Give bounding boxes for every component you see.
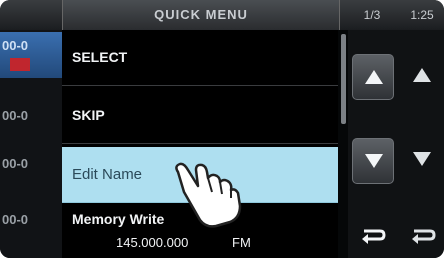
channel-row: 00-0 (0, 32, 62, 78)
channel-number: 00-0 (2, 108, 29, 123)
return-arrow-icon (412, 229, 436, 244)
menu-title: QUICK MENU (62, 0, 340, 30)
menu-item-skip[interactable]: SKIP (62, 88, 338, 144)
channel-marker (10, 58, 30, 71)
return-button[interactable] (350, 220, 394, 250)
menu-item-label: Memory Write (72, 211, 165, 227)
mode-readout: FM (232, 235, 251, 250)
return-arrow-icon (362, 229, 386, 244)
quick-menu-screen: QUICK MENU 1/3 1:25 00-0 00-0 00-0 00-0 … (0, 0, 444, 258)
scroll-down-button[interactable] (352, 138, 394, 184)
scroll-up-alt-button[interactable] (402, 54, 442, 98)
menu-item-select[interactable]: SELECT (62, 30, 338, 86)
right-control-panel (348, 30, 444, 258)
status-time: 1:25 (410, 8, 434, 22)
menu-item-label: SELECT (72, 49, 128, 65)
background-channel-list: 00-0 00-0 00-0 00-0 (0, 30, 62, 258)
channel-number: 00-0 (2, 38, 29, 53)
triangle-down-icon (413, 152, 431, 166)
triangle-down-icon (365, 154, 383, 168)
triangle-up-icon (413, 68, 431, 82)
channel-number: 00-0 (2, 156, 29, 171)
triangle-up-icon (365, 70, 383, 84)
status-page-indicator: 1/3 (363, 8, 381, 22)
top-bar: QUICK MENU 1/3 1:25 (0, 0, 444, 30)
menu-item-label: Edit Name (72, 166, 143, 183)
scroll-down-alt-button[interactable] (402, 138, 442, 182)
scroll-up-button[interactable] (352, 54, 394, 100)
return-alt-button[interactable] (400, 220, 444, 250)
frequency-readout: 145.000.000 (116, 235, 189, 250)
menu-item-label: SKIP (72, 107, 105, 123)
touch-hand-icon (175, 162, 242, 228)
scrollbar[interactable] (341, 34, 346, 124)
channel-number: 00-0 (2, 212, 29, 227)
